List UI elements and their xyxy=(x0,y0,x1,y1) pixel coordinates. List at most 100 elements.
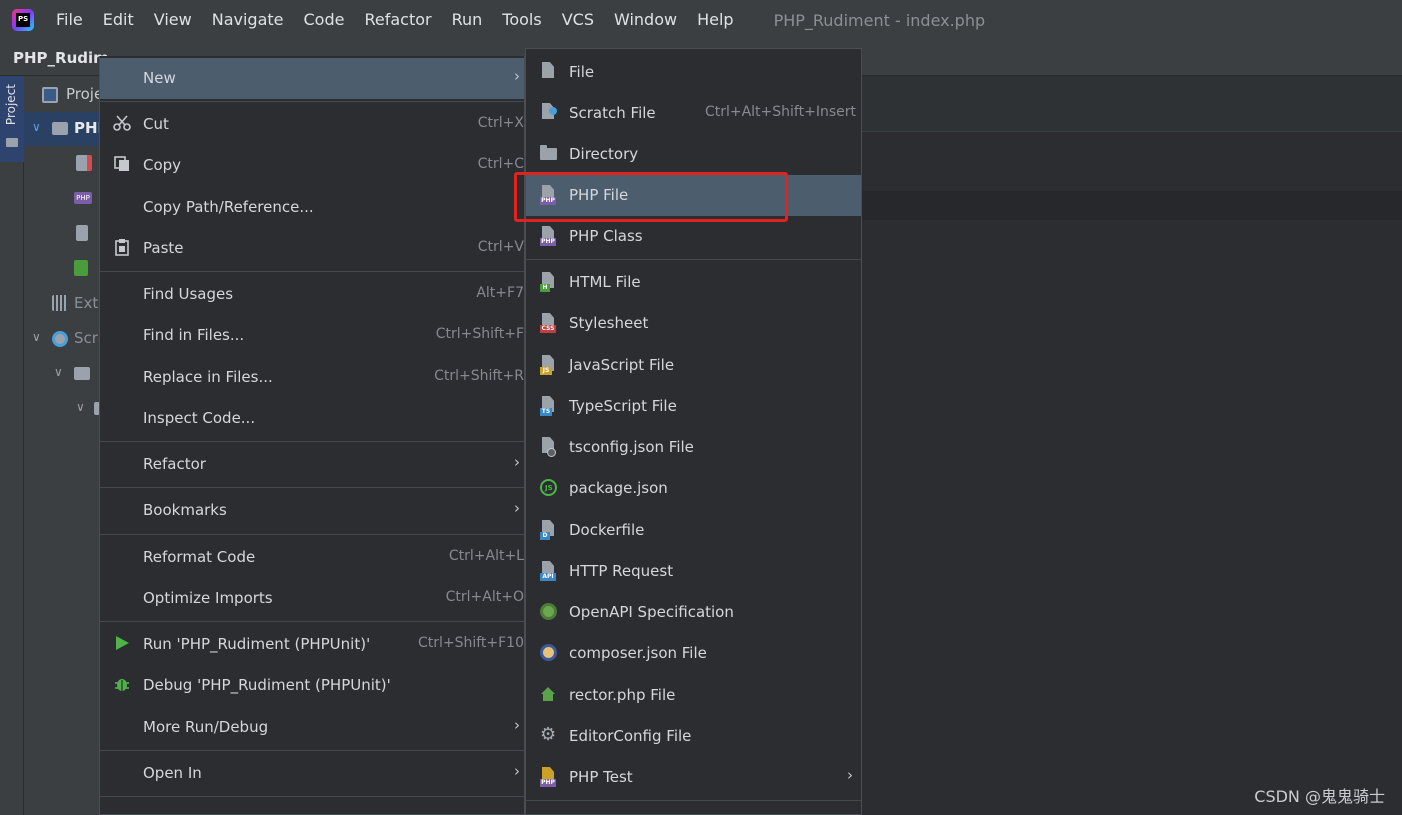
tree-item-scratches[interactable]: ∨ Scra xyxy=(24,322,107,356)
menu-item-copy[interactable]: Copy Ctrl+C xyxy=(100,145,524,186)
libraries-icon xyxy=(52,295,68,311)
edit-file-icon xyxy=(76,155,92,171)
menu-file[interactable]: File xyxy=(46,0,93,40)
annotation-highlight-box xyxy=(514,172,788,222)
phpstorm-logo-icon[interactable]: PS xyxy=(12,9,34,31)
submenu-item-html-file[interactable]: H HTML File xyxy=(526,262,861,303)
submenu-item-javascript-file[interactable]: JS JavaScript File xyxy=(526,345,861,386)
html-file-icon xyxy=(74,260,88,276)
menu-separator xyxy=(100,621,524,622)
submenu-item-php-class[interactable]: PHP PHP Class xyxy=(526,216,861,257)
chevron-down-icon[interactable]: ∨ xyxy=(32,330,41,344)
project-panel: Proje ∨ PHP PHP Exte ∨ Scra ∨ ∨ xyxy=(24,76,109,815)
submenu-item-typescript-file[interactable]: TS TypeScript File xyxy=(526,386,861,427)
composer-icon xyxy=(540,643,557,663)
tree-item-external-libraries[interactable]: Exte xyxy=(24,287,107,321)
menu-item-debug[interactable]: Debug 'PHP_Rudiment (PHPUnit)' xyxy=(100,665,524,706)
submenu-item-file[interactable]: File xyxy=(526,52,861,93)
menu-item-new[interactable]: New › xyxy=(100,58,524,99)
debug-icon xyxy=(113,675,131,693)
submenu-item-composer-json[interactable]: composer.json File xyxy=(526,633,861,674)
menu-separator xyxy=(100,796,524,797)
menu-refactor[interactable]: Refactor xyxy=(354,0,441,40)
menu-edit[interactable]: Edit xyxy=(93,0,144,40)
clipboard-icon xyxy=(113,238,131,256)
chevron-right-icon: › xyxy=(514,499,520,517)
menu-separator xyxy=(100,441,524,442)
menu-separator xyxy=(100,271,524,272)
project-tool-tab[interactable]: Project xyxy=(0,76,24,162)
api-file-icon: API xyxy=(540,561,556,581)
submenu-item-openapi[interactable]: OpenAPI Specification xyxy=(526,592,861,633)
tree-item[interactable] xyxy=(24,217,100,251)
submenu-item-rector-php[interactable]: rector.php File xyxy=(526,675,861,716)
submenu-item-editorconfig[interactable]: ⚙ EditorConfig File xyxy=(526,716,861,757)
menu-item-cut[interactable]: Cut Ctrl+X xyxy=(100,104,524,145)
gear-icon: ⚙ xyxy=(540,724,557,745)
php-file-icon: PHP xyxy=(74,192,92,204)
new-submenu: File Scratch File Ctrl+Alt+Shift+Insert … xyxy=(525,48,862,815)
menu-item-replace-in-files[interactable]: Replace in Files... Ctrl+Shift+R xyxy=(100,357,524,398)
tree-item-root[interactable]: ∨ PHP xyxy=(24,112,109,146)
menu-item-run[interactable]: Run 'PHP_Rudiment (PHPUnit)' Ctrl+Shift+… xyxy=(100,624,524,665)
submenu-item-package-json[interactable]: JS package.json xyxy=(526,468,861,509)
shortcut-label: Ctrl+C xyxy=(477,156,524,172)
tree-item[interactable] xyxy=(24,147,100,181)
javascript-file-icon: JS xyxy=(540,355,556,375)
submenu-item-http-request[interactable]: API HTTP Request xyxy=(526,551,861,592)
shortcut-label: Ctrl+Alt+O xyxy=(445,589,524,605)
project-view-icon xyxy=(42,87,58,103)
submenu-item-scratch-file[interactable]: Scratch File Ctrl+Alt+Shift+Insert xyxy=(526,93,861,134)
menu-item-find-in-files[interactable]: Find in Files... Ctrl+Shift+F xyxy=(100,315,524,356)
menu-item-inspect-code[interactable]: Inspect Code... xyxy=(100,398,524,439)
chevron-down-icon[interactable]: ∨ xyxy=(32,120,41,134)
folder-icon xyxy=(52,122,68,135)
submenu-item-directory[interactable]: Directory xyxy=(526,134,861,175)
menu-item-more-run-debug[interactable]: More Run/Debug › xyxy=(100,707,524,748)
chevron-down-icon[interactable]: ∨ xyxy=(76,400,85,414)
file-icon xyxy=(540,62,556,82)
scratches-icon xyxy=(52,331,68,347)
context-menu: New › Cut Ctrl+X Copy Ctrl+C Copy Path/R… xyxy=(99,56,525,815)
menu-item-optimize-imports[interactable]: Optimize Imports Ctrl+Alt+O xyxy=(100,578,524,619)
submenu-item-dockerfile[interactable]: D Dockerfile xyxy=(526,510,861,551)
menu-tools[interactable]: Tools xyxy=(492,0,551,40)
chevron-right-icon: › xyxy=(514,67,520,85)
menu-item-find-usages[interactable]: Find Usages Alt+F7 xyxy=(100,274,524,315)
editor-area[interactable] xyxy=(862,76,1402,815)
menu-run[interactable]: Run xyxy=(442,0,493,40)
menu-vcs[interactable]: VCS xyxy=(552,0,604,40)
submenu-item-stylesheet[interactable]: CSS Stylesheet xyxy=(526,303,861,344)
breadcrumb-project[interactable]: PHP_Rudim xyxy=(13,49,109,67)
watermark-text: CSDN @鬼鬼骑士 xyxy=(1254,787,1385,806)
menu-code[interactable]: Code xyxy=(294,0,355,40)
menu-item-reformat-code[interactable]: Reformat Code Ctrl+Alt+L xyxy=(100,537,524,578)
menu-help[interactable]: Help xyxy=(687,0,743,40)
menu-separator xyxy=(100,487,524,488)
menu-item-copy-path[interactable]: Copy Path/Reference... xyxy=(100,187,524,228)
submenu-item-tsconfig[interactable]: tsconfig.json File xyxy=(526,427,861,468)
chevron-down-icon[interactable]: ∨ xyxy=(54,365,63,379)
typescript-file-icon: TS xyxy=(540,396,556,416)
tree-item[interactable]: ∨ xyxy=(24,392,100,426)
submenu-item-php-test[interactable]: PHP PHP Test › xyxy=(526,757,861,798)
menu-window[interactable]: Window xyxy=(604,0,687,40)
html-file-icon: H xyxy=(540,272,556,292)
project-tool-tab-label: Project xyxy=(4,84,18,126)
current-line-highlight xyxy=(862,191,1402,220)
php-class-icon: PHP xyxy=(540,226,556,246)
menu-item-bookmarks[interactable]: Bookmarks › xyxy=(100,490,524,531)
openapi-icon xyxy=(540,602,557,622)
menu-item-refactor[interactable]: Refactor › xyxy=(100,444,524,485)
project-view-selector[interactable]: Proje xyxy=(24,78,103,112)
menu-separator xyxy=(526,259,861,260)
menu-item-paste[interactable]: Paste Ctrl+V xyxy=(100,228,524,269)
tree-item[interactable]: PHP xyxy=(24,182,100,216)
left-tool-strip: Project xyxy=(0,76,24,815)
menu-item-open-in[interactable]: Open In › xyxy=(100,753,524,794)
tree-item[interactable]: ∨ xyxy=(24,357,100,391)
php-test-icon: PHP xyxy=(540,767,556,787)
menu-navigate[interactable]: Navigate xyxy=(202,0,294,40)
tree-item[interactable] xyxy=(24,252,100,286)
menu-view[interactable]: View xyxy=(144,0,202,40)
